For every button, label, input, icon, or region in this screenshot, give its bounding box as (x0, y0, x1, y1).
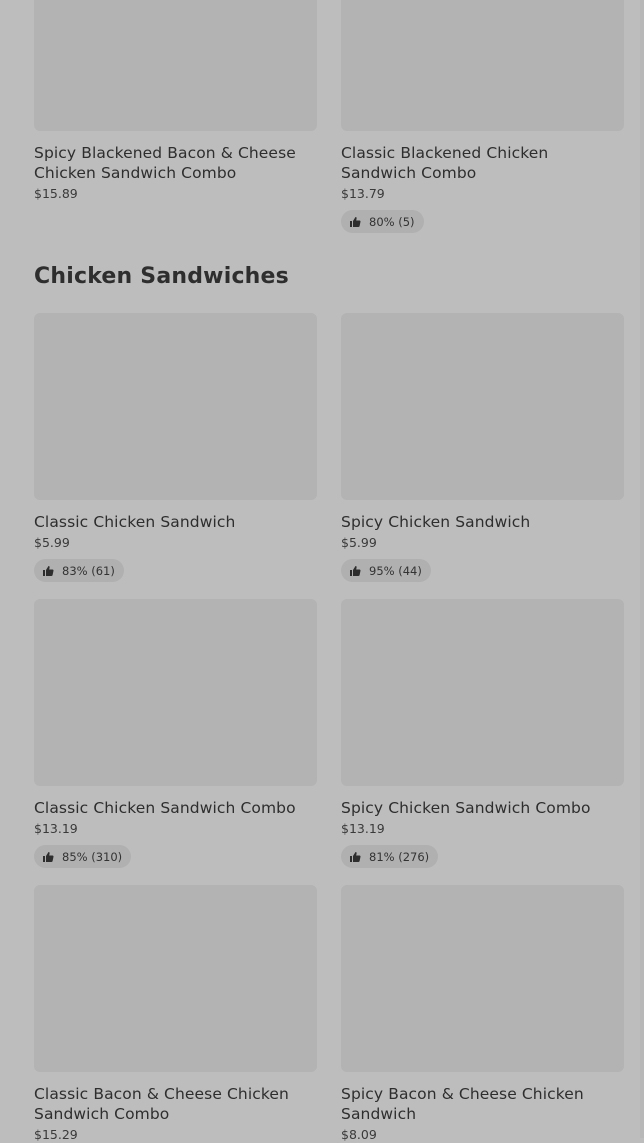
menu-item-name: Classic Chicken Sandwich (34, 513, 236, 531)
menu-item-name: Classic Chicken Sandwich Combo (34, 799, 296, 817)
menu-item-price: $5.99 (34, 535, 70, 550)
menu-item-card[interactable]: Spicy Chicken Sandwich Combo $13.19 81% … (341, 599, 624, 868)
rating-badge: 95% (44) (341, 559, 431, 582)
menu-item-price: $15.89 (34, 186, 78, 201)
menu-item-image[interactable] (34, 0, 317, 131)
thumbs-up-icon (43, 851, 54, 862)
menu-item-image[interactable] (341, 599, 624, 786)
menu-item-image[interactable] (34, 885, 317, 1072)
rating-text: 81% (276) (369, 849, 430, 864)
menu-item-image[interactable] (34, 599, 317, 786)
rating-badge: 81% (276) (341, 845, 439, 868)
menu-item-price: $13.19 (34, 821, 78, 836)
rating-badge: 85% (310) (34, 845, 132, 868)
scroll-edge (640, 0, 644, 1138)
rating-text: 95% (44) (369, 563, 422, 578)
menu-item-image[interactable] (34, 313, 317, 500)
menu-item-card[interactable]: Spicy Chicken Sandwich $5.99 95% (44) (341, 313, 624, 582)
menu-item-card[interactable]: Classic Chicken Sandwich $5.99 83% (61) (34, 313, 317, 582)
menu-item-card[interactable]: Classic Chicken Sandwich Combo $13.19 85… (34, 599, 317, 868)
menu-item-card[interactable]: Classic Bacon & Cheese Chicken Sandwich … (34, 885, 317, 1143)
menu-item-image[interactable] (341, 313, 624, 500)
menu-item-name: Spicy Chicken Sandwich (341, 513, 531, 531)
menu-item-card[interactable]: Classic Blackened Chicken Sandwich Combo… (341, 0, 624, 233)
menu-item-card[interactable]: Spicy Blackened Bacon & Cheese Chicken S… (34, 0, 317, 202)
thumbs-up-icon (350, 216, 361, 227)
menu-item-price: $15.29 (34, 1127, 78, 1142)
rating-text: 80% (5) (369, 214, 415, 229)
menu-item-image[interactable] (341, 885, 624, 1072)
menu-item-price: $5.99 (341, 535, 377, 550)
thumbs-up-icon (43, 565, 54, 576)
section-title: Chicken Sandwiches (34, 264, 289, 289)
rating-badge: 80% (5) (341, 210, 424, 233)
menu-item-price: $13.19 (341, 821, 385, 836)
menu-page: Spicy Blackened Bacon & Cheese Chicken S… (0, 0, 644, 1142)
rating-badge: 83% (61) (34, 559, 124, 582)
thumbs-up-icon (350, 851, 361, 862)
menu-item-card[interactable]: Spicy Bacon & Cheese Chicken Sandwich $8… (341, 885, 624, 1143)
menu-item-name: Classic Bacon & Cheese Chicken Sandwich … (34, 1085, 289, 1123)
menu-item-name: Spicy Bacon & Cheese Chicken Sandwich (341, 1085, 584, 1123)
menu-item-price: $8.09 (341, 1127, 377, 1142)
thumbs-up-icon (350, 565, 361, 576)
menu-item-image[interactable] (341, 0, 624, 131)
menu-item-name: Spicy Blackened Bacon & Cheese Chicken S… (34, 144, 296, 182)
menu-item-name: Classic Blackened Chicken Sandwich Combo (341, 144, 549, 182)
rating-text: 83% (61) (62, 563, 115, 578)
rating-text: 85% (310) (62, 849, 123, 864)
menu-item-price: $13.79 (341, 186, 385, 201)
menu-item-name: Spicy Chicken Sandwich Combo (341, 799, 591, 817)
